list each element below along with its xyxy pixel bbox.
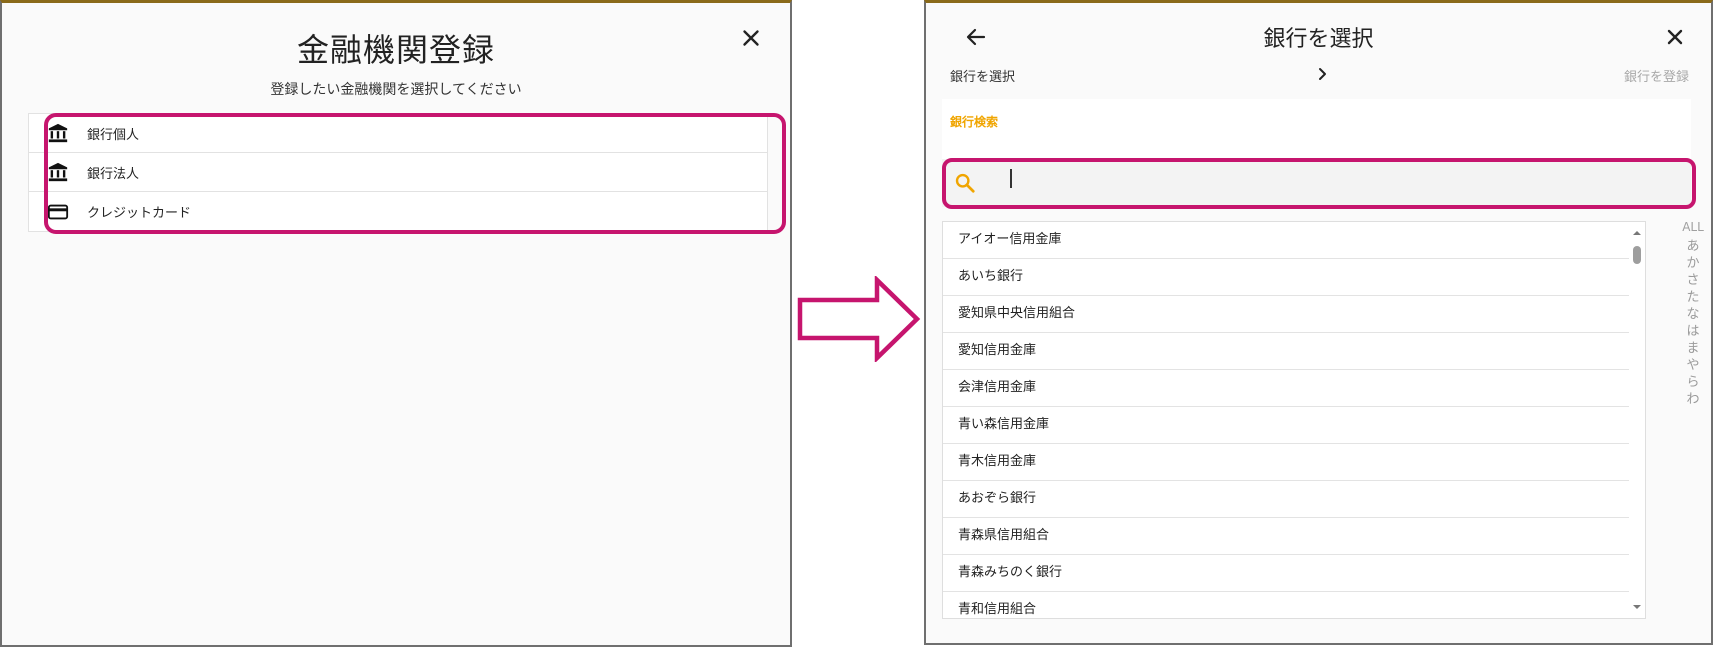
kana-index-item[interactable]: ま	[1686, 340, 1699, 357]
search-label: 銀行検索	[950, 115, 999, 129]
kana-index-item[interactable]: た	[1686, 289, 1699, 306]
type-item-label: 銀行法人	[87, 166, 140, 182]
type-item-label: 銀行個人	[87, 127, 140, 143]
kana-index: ALL あ か さ た な は ま や ら わ	[1678, 219, 1708, 408]
credit-card-icon	[47, 201, 69, 223]
kana-index-item[interactable]: な	[1686, 306, 1699, 323]
dialog-title: 銀行を選択	[1263, 27, 1374, 52]
bank-select-dialog: 銀行を選択 銀行を選択 銀行を登録 銀行検索 アイオー信用金庫 あいち銀行 愛知…	[924, 0, 1713, 645]
bank-search-section: 銀行検索	[942, 99, 1691, 207]
step-current: 銀行を選択	[950, 70, 1016, 85]
kana-index-item[interactable]: さ	[1686, 272, 1699, 289]
close-icon	[1667, 29, 1683, 45]
bank-search-input[interactable]	[986, 169, 1676, 197]
bank-list-item[interactable]: 青森県信用組合	[943, 518, 1629, 555]
type-item-corporate-bank[interactable]: 銀行法人	[29, 153, 767, 192]
type-item-credit-card[interactable]: クレジットカード	[29, 192, 767, 231]
kana-index-item[interactable]: か	[1686, 255, 1699, 272]
bank-list-item[interactable]: 会津信用金庫	[943, 370, 1629, 407]
screenshot-composite: 金融機関登録 登録したい金融機関を選択してください 銀行個人 銀行法人 クレジッ…	[0, 0, 1713, 647]
bank-list-scrollbar[interactable]	[1629, 222, 1645, 618]
bank-list-item[interactable]: あおぞら銀行	[943, 481, 1629, 518]
institution-type-list: 銀行個人 銀行法人 クレジットカード	[28, 113, 768, 232]
text-caret	[1010, 169, 1012, 188]
bank-icon	[47, 161, 69, 183]
chevron-right-icon	[1319, 68, 1326, 80]
bank-list-item[interactable]: 青い森信用金庫	[943, 407, 1629, 444]
bank-list-item[interactable]: 愛知信用金庫	[943, 333, 1629, 370]
kana-index-item[interactable]: や	[1686, 357, 1699, 374]
kana-index-item[interactable]: わ	[1686, 391, 1699, 408]
dialog-subtitle: 登録したい金融機関を選択してください	[270, 82, 522, 98]
type-item-label: クレジットカード	[87, 206, 192, 221]
bank-list: アイオー信用金庫 あいち銀行 愛知県中央信用組合 愛知信用金庫 会津信用金庫 青…	[942, 221, 1646, 619]
bank-list-item[interactable]: 青木信用金庫	[943, 444, 1629, 481]
search-box	[942, 159, 1691, 207]
kana-index-item[interactable]: ら	[1686, 374, 1699, 391]
bank-list-item[interactable]: 愛知県中央信用組合	[943, 296, 1629, 333]
step-next: 銀行を登録	[1623, 70, 1689, 85]
scroll-down-icon[interactable]	[1632, 602, 1642, 612]
dialog-title: 金融機関登録	[296, 31, 495, 69]
kana-index-all[interactable]: ALL	[1682, 219, 1704, 236]
scroll-up-icon[interactable]	[1632, 228, 1642, 238]
type-item-personal-bank[interactable]: 銀行個人	[29, 114, 767, 153]
search-icon	[955, 173, 975, 193]
stepper: 銀行を選択 銀行を登録	[926, 63, 1711, 91]
arrow-right-icon	[797, 276, 921, 362]
scroll-thumb[interactable]	[1633, 246, 1641, 264]
dialog-header: 銀行を選択	[926, 3, 1711, 63]
close-button[interactable]	[738, 25, 764, 51]
kana-index-item[interactable]: は	[1686, 323, 1699, 340]
kana-index-item[interactable]: あ	[1686, 238, 1699, 255]
bank-list-item[interactable]: あいち銀行	[943, 259, 1629, 296]
bank-list-item[interactable]: 青森みちのく銀行	[943, 555, 1629, 592]
financial-institution-dialog: 金融機関登録 登録したい金融機関を選択してください 銀行個人 銀行法人 クレジッ…	[0, 0, 792, 647]
close-button[interactable]	[1663, 25, 1687, 49]
bank-list-item[interactable]: アイオー信用金庫	[943, 222, 1629, 259]
close-icon	[743, 30, 759, 46]
bank-list-item[interactable]: 青和信用組合	[943, 592, 1629, 618]
bank-icon	[47, 122, 69, 144]
